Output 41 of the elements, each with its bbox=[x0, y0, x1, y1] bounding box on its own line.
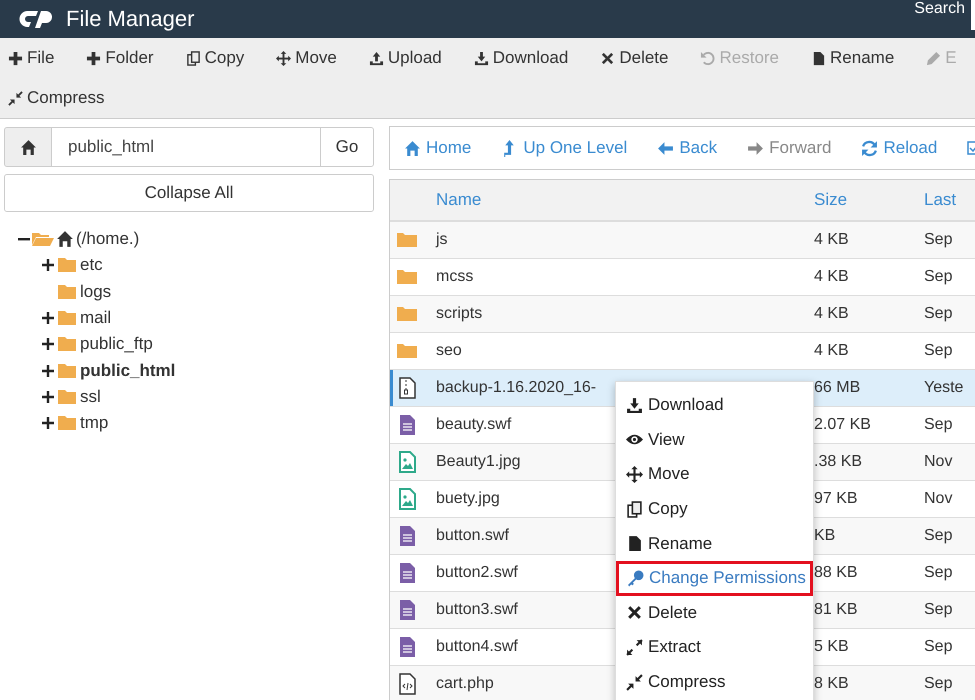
file-size: 2.07 KB bbox=[814, 416, 871, 434]
file-name: button3.swf bbox=[436, 601, 518, 619]
file-date: Sep bbox=[924, 601, 952, 619]
file-name: scripts bbox=[436, 305, 482, 323]
file-name: cart.php bbox=[436, 675, 494, 693]
file-date: Sep bbox=[924, 638, 952, 656]
file-date: Yeste bbox=[924, 379, 964, 397]
search-label: Search bbox=[914, 0, 965, 18]
file-name: seo bbox=[436, 342, 462, 360]
file-name: Beauty1.jpg bbox=[436, 453, 521, 471]
file-date: Sep bbox=[924, 305, 952, 323]
file-size: 8 KB bbox=[814, 675, 849, 693]
file-date: Nov bbox=[924, 490, 952, 508]
file-date: Nov bbox=[924, 453, 952, 471]
file-date: Sep bbox=[924, 342, 952, 360]
file-size: 81 KB bbox=[814, 601, 858, 619]
file-name: backup-1.16.2020_16- bbox=[436, 379, 596, 397]
file-size: 88 KB bbox=[814, 564, 858, 582]
file-size: 97 KB bbox=[814, 490, 858, 508]
file-size: .38 KB bbox=[814, 453, 862, 471]
file-size: 4 KB bbox=[814, 342, 849, 360]
file-date: Sep bbox=[924, 675, 952, 693]
file-name: button4.swf bbox=[436, 638, 518, 656]
file-size: 4 KB bbox=[814, 305, 849, 323]
file-size: KB bbox=[814, 527, 836, 545]
file-name: beauty.swf bbox=[436, 416, 512, 434]
file-name: js bbox=[436, 231, 448, 249]
file-date: Sep bbox=[924, 564, 952, 582]
file-name: button2.swf bbox=[436, 564, 518, 582]
file-name: button.swf bbox=[436, 527, 509, 545]
app-title: File Manager bbox=[66, 6, 196, 32]
file-date: Sep bbox=[924, 231, 952, 249]
file-name: mcss bbox=[436, 268, 474, 286]
file-size: 4 KB bbox=[814, 231, 849, 249]
file-date: Sep bbox=[924, 416, 952, 434]
file-size: 5 KB bbox=[814, 638, 849, 656]
file-size: 66 MB bbox=[814, 379, 860, 397]
file-date: Sep bbox=[924, 527, 952, 545]
file-name: buety.jpg bbox=[436, 490, 500, 508]
file-date: Sep bbox=[924, 268, 952, 286]
file-size: 4 KB bbox=[814, 268, 849, 286]
